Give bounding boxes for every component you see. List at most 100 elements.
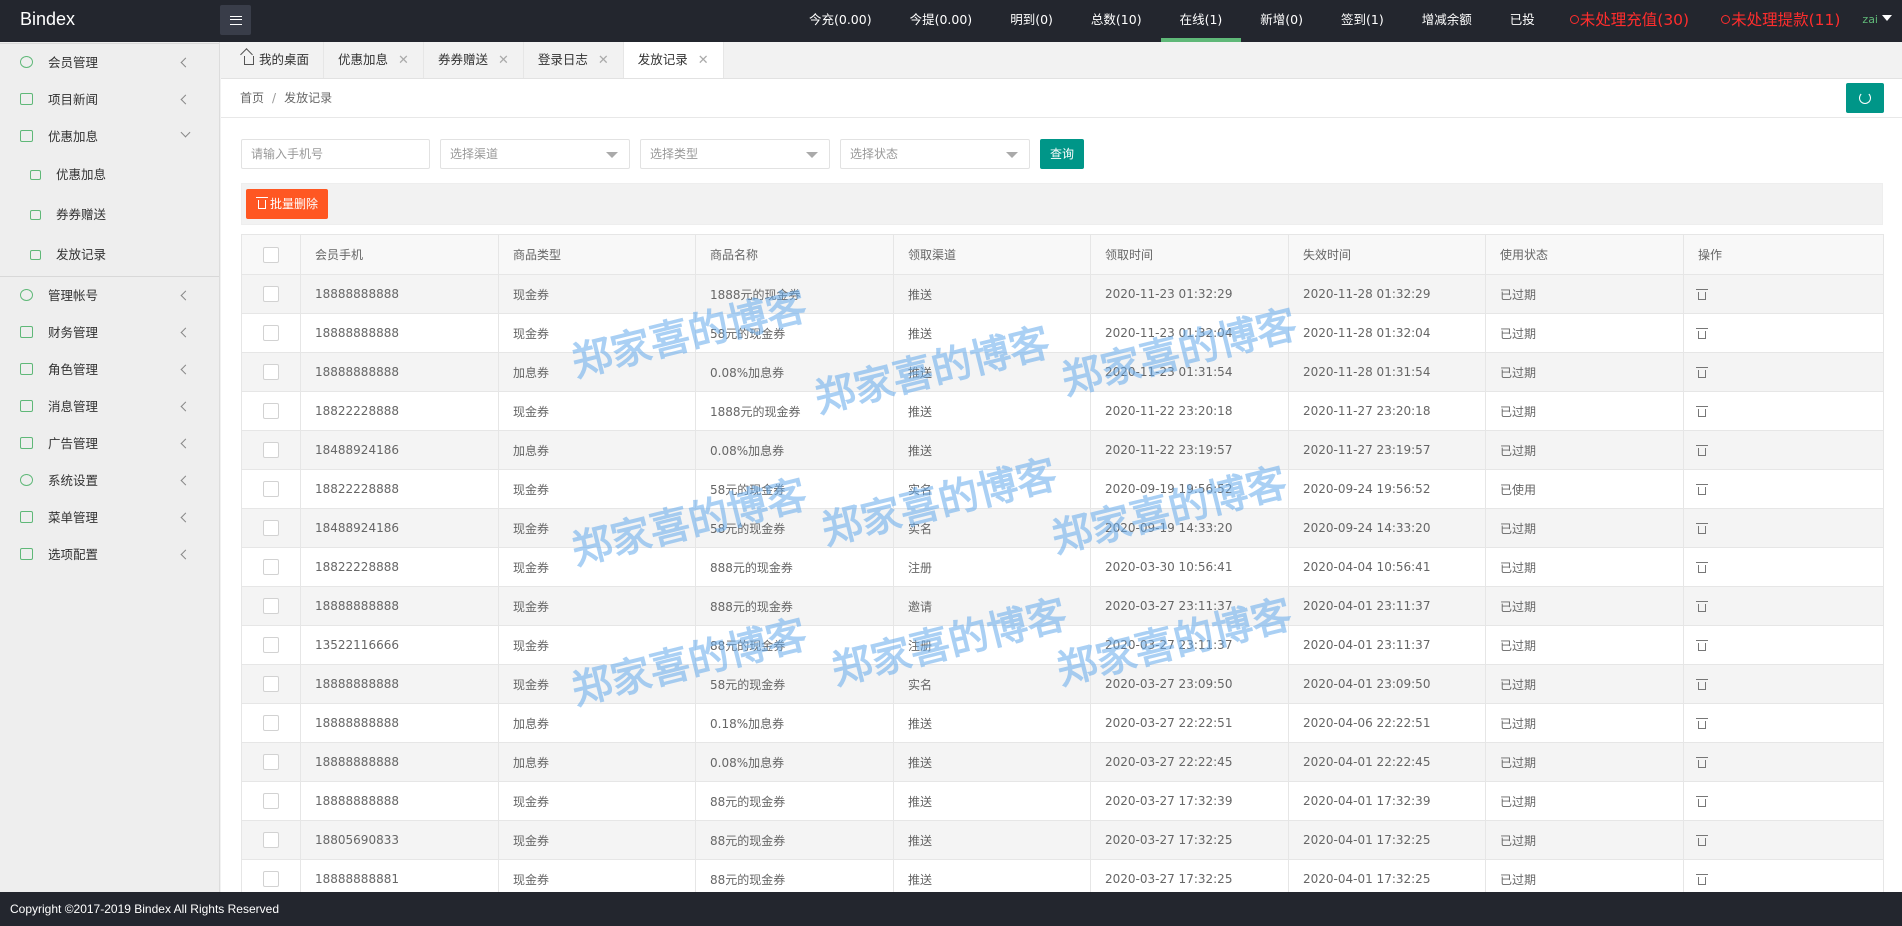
row-checkbox[interactable] xyxy=(263,676,279,692)
table-cell: 已过期 xyxy=(1485,391,1684,431)
trash-icon[interactable] xyxy=(1696,757,1708,768)
row-checkbox[interactable] xyxy=(263,715,279,731)
sidebar-item[interactable]: 角色管理 xyxy=(0,351,219,388)
tab-bar: 我的桌面 优惠加息 ✕ 券券赠送 ✕ 登录日志 ✕ 发放记录 ✕ xyxy=(221,42,1902,79)
top-nav-item[interactable]: 新增(0) xyxy=(1241,0,1322,42)
type-select[interactable]: 选择类型 xyxy=(640,139,830,169)
tab-item[interactable]: 登录日志 ✕ xyxy=(524,42,624,78)
row-checkbox[interactable] xyxy=(263,481,279,497)
top-nav-item[interactable]: 今充(0.00) xyxy=(790,0,891,42)
tab-item[interactable]: 券券赠送 ✕ xyxy=(424,42,524,78)
table-cell: 已过期 xyxy=(1485,664,1684,704)
sidebar-item[interactable]: 项目新闻 xyxy=(0,81,219,118)
trash-icon[interactable] xyxy=(1696,484,1708,495)
row-checkbox[interactable] xyxy=(263,598,279,614)
top-nav-item[interactable]: 已投 xyxy=(1491,0,1554,42)
user-name: zai xyxy=(1862,13,1878,26)
row-select-cell xyxy=(241,508,301,548)
row-checkbox[interactable] xyxy=(263,442,279,458)
close-icon[interactable]: ✕ xyxy=(698,43,709,79)
sidebar-item[interactable]: 消息管理 xyxy=(0,388,219,425)
table-cell: 2020-04-01 17:32:39 xyxy=(1288,781,1486,821)
sidebar-item-label: 优惠加息 xyxy=(48,129,99,144)
trash-icon[interactable] xyxy=(1696,601,1708,612)
trash-icon[interactable] xyxy=(1696,874,1708,885)
row-checkbox[interactable] xyxy=(263,286,279,302)
close-icon[interactable]: ✕ xyxy=(498,43,509,79)
table-cell: 2020-03-27 17:32:39 xyxy=(1090,781,1289,821)
sidebar-item[interactable]: 管理帐号 xyxy=(0,277,219,314)
trash-icon[interactable] xyxy=(1696,445,1708,456)
trash-icon[interactable] xyxy=(1696,835,1708,846)
sidebar-item[interactable]: 菜单管理 xyxy=(0,499,219,536)
trash-icon[interactable] xyxy=(1696,523,1708,534)
table-cell: 888元的现金券 xyxy=(695,547,894,587)
sidebar-item[interactable]: 选项配置 xyxy=(0,536,219,573)
sidebar-subitem[interactable]: 发放记录 xyxy=(0,235,219,275)
table-cell: 0.08%加息券 xyxy=(695,430,894,470)
trash-icon[interactable] xyxy=(1696,562,1708,573)
top-nav-item[interactable]: 总数(10) xyxy=(1072,0,1161,42)
tab-item[interactable]: 优惠加息 ✕ xyxy=(324,42,424,78)
row-checkbox[interactable] xyxy=(263,754,279,770)
row-checkbox[interactable] xyxy=(263,325,279,341)
close-icon[interactable]: ✕ xyxy=(598,43,609,79)
tab-item[interactable]: 发放记录 ✕ xyxy=(623,42,724,79)
trash-icon[interactable] xyxy=(1696,367,1708,378)
top-nav-item[interactable]: 明到(0) xyxy=(991,0,1072,42)
sidebar-subitem[interactable]: 优惠加息 xyxy=(0,155,219,195)
row-checkbox[interactable] xyxy=(263,559,279,575)
row-checkbox[interactable] xyxy=(263,832,279,848)
top-nav-item[interactable]: 在线(1) xyxy=(1160,0,1242,42)
sidebar-item[interactable]: 系统设置 xyxy=(0,462,219,499)
sidebar-item[interactable]: 广告管理 xyxy=(0,425,219,462)
trash-icon[interactable] xyxy=(1696,406,1708,417)
status-select[interactable]: 选择状态 xyxy=(840,139,1030,169)
table-cell: 0.18%加息券 xyxy=(695,703,894,743)
top-nav-item[interactable]: 签到(1) xyxy=(1322,0,1403,42)
sidebar-item[interactable]: 会员管理 xyxy=(0,44,219,81)
trash-icon[interactable] xyxy=(1696,679,1708,690)
query-button[interactable]: 查询 xyxy=(1040,139,1084,169)
sidebar-item[interactable]: 优惠加息 xyxy=(0,118,219,155)
trash-icon[interactable] xyxy=(1696,289,1708,300)
table-cell: 推送 xyxy=(893,274,1091,314)
phone-search-input[interactable] xyxy=(241,139,430,169)
close-icon[interactable]: ✕ xyxy=(398,43,409,79)
caret-down-icon xyxy=(1882,15,1892,21)
table-cell: 现金券 xyxy=(498,313,696,353)
row-checkbox[interactable] xyxy=(263,403,279,419)
channel-select[interactable]: 选择渠道 xyxy=(440,139,630,169)
row-checkbox[interactable] xyxy=(263,637,279,653)
trash-icon[interactable] xyxy=(1696,640,1708,651)
row-checkbox[interactable] xyxy=(263,520,279,536)
trash-icon[interactable] xyxy=(1696,796,1708,807)
app-logo[interactable]: Bindex xyxy=(20,9,75,30)
sidebar-subitem[interactable]: 券券赠送 xyxy=(0,195,219,235)
select-all-checkbox[interactable] xyxy=(263,246,279,263)
table-cell: 加息券 xyxy=(498,703,696,743)
row-checkbox[interactable] xyxy=(263,793,279,809)
refresh-button[interactable] xyxy=(1846,83,1884,113)
trash-icon[interactable] xyxy=(1696,328,1708,339)
table-cell: 现金券 xyxy=(498,547,696,587)
batch-delete-button[interactable]: 批量删除 xyxy=(246,189,329,219)
top-nav-item[interactable]: 增减余额 xyxy=(1403,0,1491,42)
action-cell xyxy=(1683,742,1884,782)
row-checkbox[interactable] xyxy=(263,871,279,887)
top-nav-item[interactable]: 未处理提款(11) xyxy=(1705,0,1856,42)
top-nav-item[interactable]: 今提(0.00) xyxy=(891,0,992,42)
row-checkbox[interactable] xyxy=(263,364,279,380)
top-nav-item[interactable]: 未处理充值(30) xyxy=(1554,0,1705,42)
user-menu[interactable]: zai xyxy=(1856,0,1902,42)
tab-item[interactable]: 我的桌面 xyxy=(230,42,325,78)
menu-toggle-button[interactable] xyxy=(220,5,251,35)
breadcrumb-home[interactable]: 首页 xyxy=(240,91,264,105)
top-nav-label: 未处理提款(11) xyxy=(1731,11,1841,29)
table-cell: 2020-04-06 22:22:51 xyxy=(1288,703,1486,743)
table-cell: 1888元的现金券 xyxy=(695,274,894,314)
trash-icon[interactable] xyxy=(1696,718,1708,729)
table-cell: 推送 xyxy=(893,703,1091,743)
row-select-cell xyxy=(241,703,301,743)
sidebar-item[interactable]: 财务管理 xyxy=(0,314,219,351)
